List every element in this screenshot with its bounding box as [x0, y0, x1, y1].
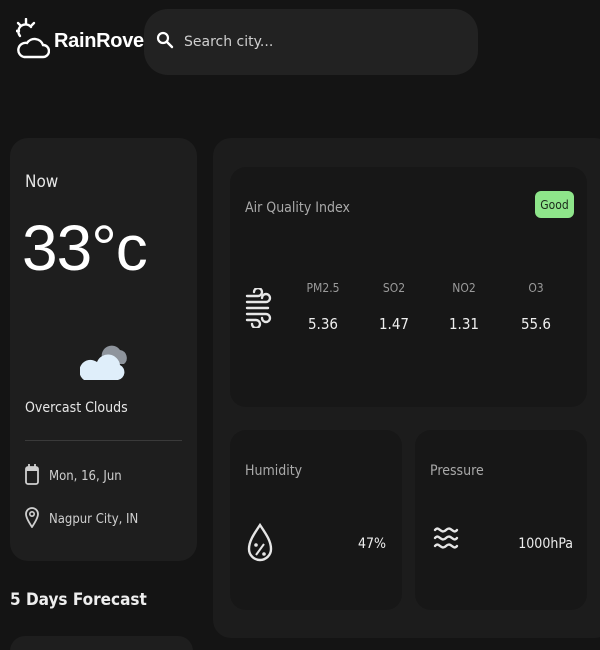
now-label: Now — [25, 172, 59, 192]
air-quality-card: Air Quality Index Good PM2.5 5.36 SO2 1.… — [230, 167, 587, 407]
app-name: RainRover — [54, 29, 152, 52]
date-row: Mon, 16, Jun — [25, 463, 122, 489]
calendar-icon — [25, 463, 39, 489]
pollutant-label: SO2 — [382, 281, 406, 295]
humidity-value: 47% — [358, 536, 386, 552]
humidity-title: Humidity — [245, 463, 303, 479]
pressure-title: Pressure — [430, 463, 484, 479]
aqi-title: Air Quality Index — [245, 200, 350, 216]
pollutant-so2: SO2 1.47 — [364, 281, 424, 333]
pollutant-label: NO2 — [452, 281, 476, 295]
search-input[interactable] — [182, 33, 446, 51]
aqi-status-badge: Good — [535, 191, 574, 218]
humidity-drop-icon — [247, 522, 273, 574]
forecast-card — [10, 636, 193, 650]
waves-icon — [432, 522, 460, 570]
pressure-value: 1000hPa — [518, 536, 573, 552]
map-pin-icon — [25, 506, 39, 532]
weather-condition: Overcast Clouds — [25, 400, 128, 416]
search-icon[interactable] — [156, 31, 174, 53]
current-location: Nagpur City, IN — [49, 511, 139, 527]
search-bar[interactable] — [144, 9, 478, 75]
pollutant-pm25: PM2.5 5.36 — [293, 281, 353, 333]
overcast-cloud-icon — [79, 328, 128, 388]
forecast-title: 5 Days Forecast — [10, 590, 147, 610]
pressure-card: Pressure 1000hPa — [415, 430, 587, 610]
pollutant-value: 5.36 — [307, 315, 339, 333]
current-weather-card: Now 33°c Overcast Clouds Mon, 16, Jun Na… — [10, 138, 197, 561]
sun-cloud-icon — [16, 18, 50, 64]
humidity-card: Humidity 47% — [230, 430, 402, 610]
wind-icon — [244, 286, 274, 332]
app-page: RainRover Now 33°c Overcast Clouds — [0, 0, 600, 650]
pollutant-value: 1.47 — [378, 315, 410, 333]
pollutant-value: 1.31 — [448, 315, 480, 333]
pollutant-o3: O3 55.6 — [506, 281, 566, 333]
pollutant-no2: NO2 1.31 — [434, 281, 494, 333]
current-date: Mon, 16, Jun — [49, 468, 122, 484]
pollutant-value: 55.6 — [520, 315, 552, 333]
pollutant-label: O3 — [528, 281, 544, 295]
pollutant-label: PM2.5 — [306, 281, 340, 295]
app-logo[interactable]: RainRover — [16, 18, 152, 64]
location-row: Nagpur City, IN — [25, 506, 138, 532]
current-temperature: 33°c — [22, 212, 148, 284]
card-divider — [25, 440, 182, 441]
